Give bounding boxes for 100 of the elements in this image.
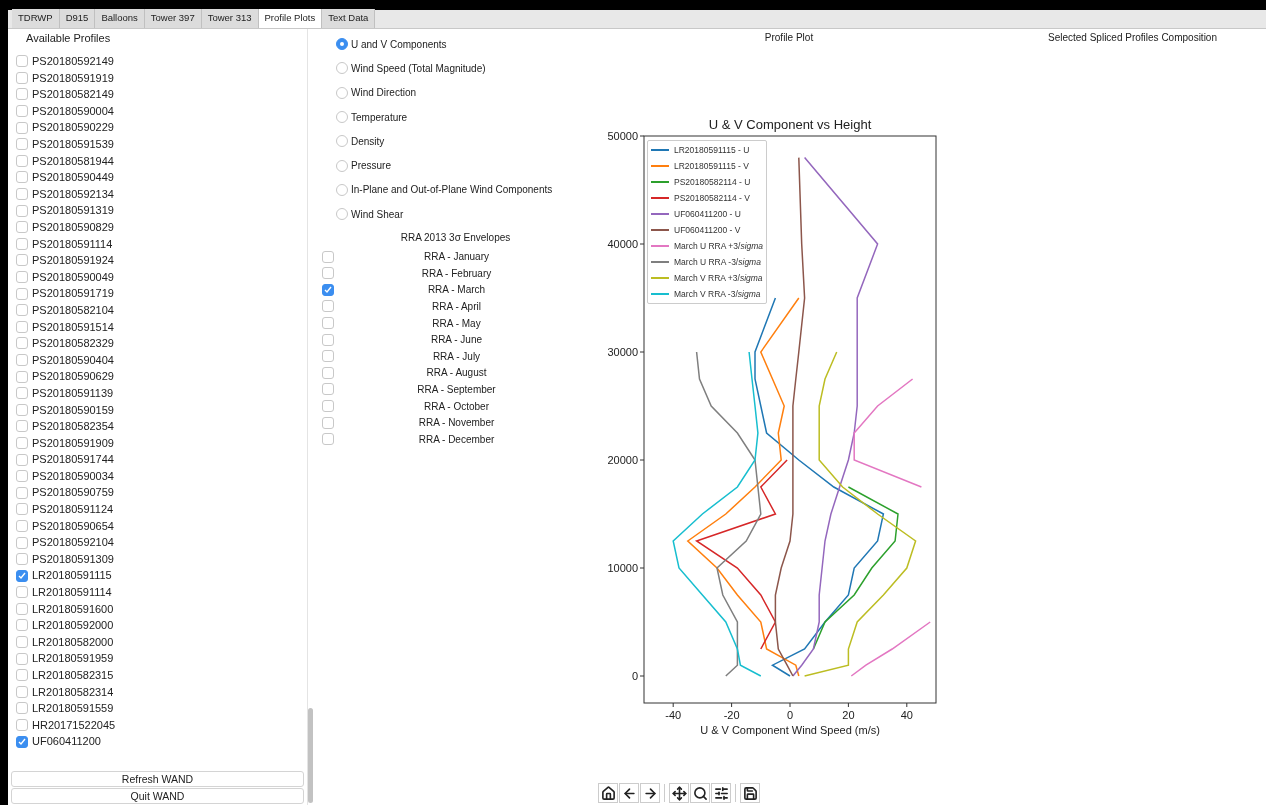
checkbox[interactable]: [16, 586, 28, 599]
checkbox[interactable]: [322, 350, 334, 363]
checkbox[interactable]: [16, 71, 28, 84]
scrollbar-thumb[interactable]: [308, 708, 313, 803]
toolbar-button[interactable]: [640, 783, 660, 803]
checkbox[interactable]: [322, 383, 334, 396]
profile-label: PS20180590404: [32, 352, 114, 368]
checkbox[interactable]: [16, 403, 28, 416]
profile-label: PS20180591319: [32, 203, 114, 219]
checkbox[interactable]: [16, 171, 28, 184]
checkbox[interactable]: [322, 283, 334, 296]
y-tick: 10000: [607, 562, 645, 574]
checkbox[interactable]: [16, 337, 28, 350]
tab[interactable]: TDRWP: [12, 9, 60, 28]
tab[interactable]: D915: [59, 9, 96, 28]
checkbox[interactable]: [16, 470, 28, 483]
profile-label: LR20180592000: [32, 618, 114, 634]
checkbox[interactable]: [16, 254, 28, 267]
toolbar-button[interactable]: [711, 783, 731, 803]
profile-label: PS20180590004: [32, 103, 114, 119]
checkbox[interactable]: [322, 333, 334, 346]
checkbox[interactable]: [16, 636, 28, 649]
checkbox[interactable]: [322, 250, 334, 263]
x-tick: -40: [665, 702, 682, 721]
toolbar-button[interactable]: [619, 783, 639, 803]
x-tick-label: 20: [842, 709, 855, 721]
checkbox[interactable]: [16, 702, 28, 715]
radio-button[interactable]: [336, 62, 348, 75]
checkbox[interactable]: [322, 267, 334, 280]
checkbox[interactable]: [16, 154, 28, 167]
wand-button[interactable]: Refresh WAND: [11, 771, 304, 787]
checkbox[interactable]: [322, 300, 334, 313]
checkbox[interactable]: [16, 685, 28, 698]
radio-button[interactable]: [336, 86, 348, 99]
radio-button[interactable]: [336, 111, 348, 124]
profile-label: PS20180591719: [32, 286, 114, 302]
checkbox[interactable]: [16, 138, 28, 151]
checkbox[interactable]: [322, 366, 334, 379]
profile-label: PS20180590654: [32, 518, 114, 534]
checkbox[interactable]: [16, 121, 28, 134]
checkbox[interactable]: [16, 652, 28, 665]
checkbox[interactable]: [16, 237, 28, 250]
checkbox[interactable]: [16, 569, 28, 582]
checkbox[interactable]: [16, 105, 28, 118]
checkbox[interactable]: [16, 320, 28, 333]
checkbox[interactable]: [322, 433, 334, 446]
x-tick: 40: [900, 702, 913, 721]
y-tick-label: 0: [631, 670, 638, 682]
checkbox[interactable]: [16, 221, 28, 234]
checkbox[interactable]: [16, 519, 28, 532]
x-tick-label: -40: [665, 709, 682, 721]
profile-label: UF060411200: [32, 734, 101, 750]
toolbar-button[interactable]: [669, 783, 689, 803]
toolbar-button[interactable]: [598, 783, 618, 803]
plot-type-label: Wind Shear: [351, 207, 404, 222]
checkbox[interactable]: [16, 387, 28, 400]
tab[interactable]: Tower 313: [201, 9, 259, 28]
y-tick: 40000: [607, 238, 645, 250]
tab[interactable]: Text Data: [322, 9, 376, 28]
checkbox[interactable]: [16, 304, 28, 317]
radio-button[interactable]: [336, 38, 348, 51]
checkbox[interactable]: [16, 553, 28, 566]
checkbox[interactable]: [16, 204, 28, 217]
checkbox[interactable]: [16, 719, 28, 732]
radio-button[interactable]: [336, 135, 348, 148]
checkbox[interactable]: [322, 400, 334, 412]
toolbar-button[interactable]: [740, 783, 760, 803]
radio-button[interactable]: [336, 159, 348, 172]
checkbox[interactable]: [16, 287, 28, 300]
radio-button[interactable]: [336, 183, 348, 196]
checkbox[interactable]: [16, 453, 28, 466]
checkbox[interactable]: [16, 271, 28, 283]
checkbox[interactable]: [16, 503, 28, 516]
checkbox[interactable]: [16, 370, 28, 383]
checkbox[interactable]: [16, 486, 28, 499]
wand-button[interactable]: Quit WAND: [11, 788, 304, 804]
save-icon: [742, 785, 758, 801]
checkbox[interactable]: [16, 354, 28, 366]
profile-label: PS20180581944: [32, 153, 114, 169]
checkbox[interactable]: [16, 602, 28, 615]
checkbox[interactable]: [16, 55, 28, 68]
tab[interactable]: Profile Plots: [258, 9, 323, 28]
checkbox[interactable]: [322, 416, 334, 429]
radio-button[interactable]: [336, 208, 348, 221]
checkbox[interactable]: [16, 735, 28, 748]
checkbox[interactable]: [16, 619, 28, 632]
toolbar-button[interactable]: [690, 783, 710, 803]
panel-heading: Profile Plot: [764, 31, 814, 45]
checkbox[interactable]: [16, 420, 28, 433]
plot-type-label: Density: [351, 134, 385, 149]
profile-label: PS20180591919: [32, 70, 114, 86]
checkbox[interactable]: [322, 317, 334, 330]
x-tick-label: -20: [723, 709, 740, 721]
checkbox[interactable]: [16, 436, 28, 449]
checkbox[interactable]: [16, 188, 28, 201]
checkbox[interactable]: [16, 88, 28, 101]
checkbox[interactable]: [16, 669, 28, 682]
tab[interactable]: Balloons: [95, 9, 145, 28]
tab[interactable]: Tower 397: [144, 9, 202, 28]
checkbox[interactable]: [16, 536, 28, 549]
